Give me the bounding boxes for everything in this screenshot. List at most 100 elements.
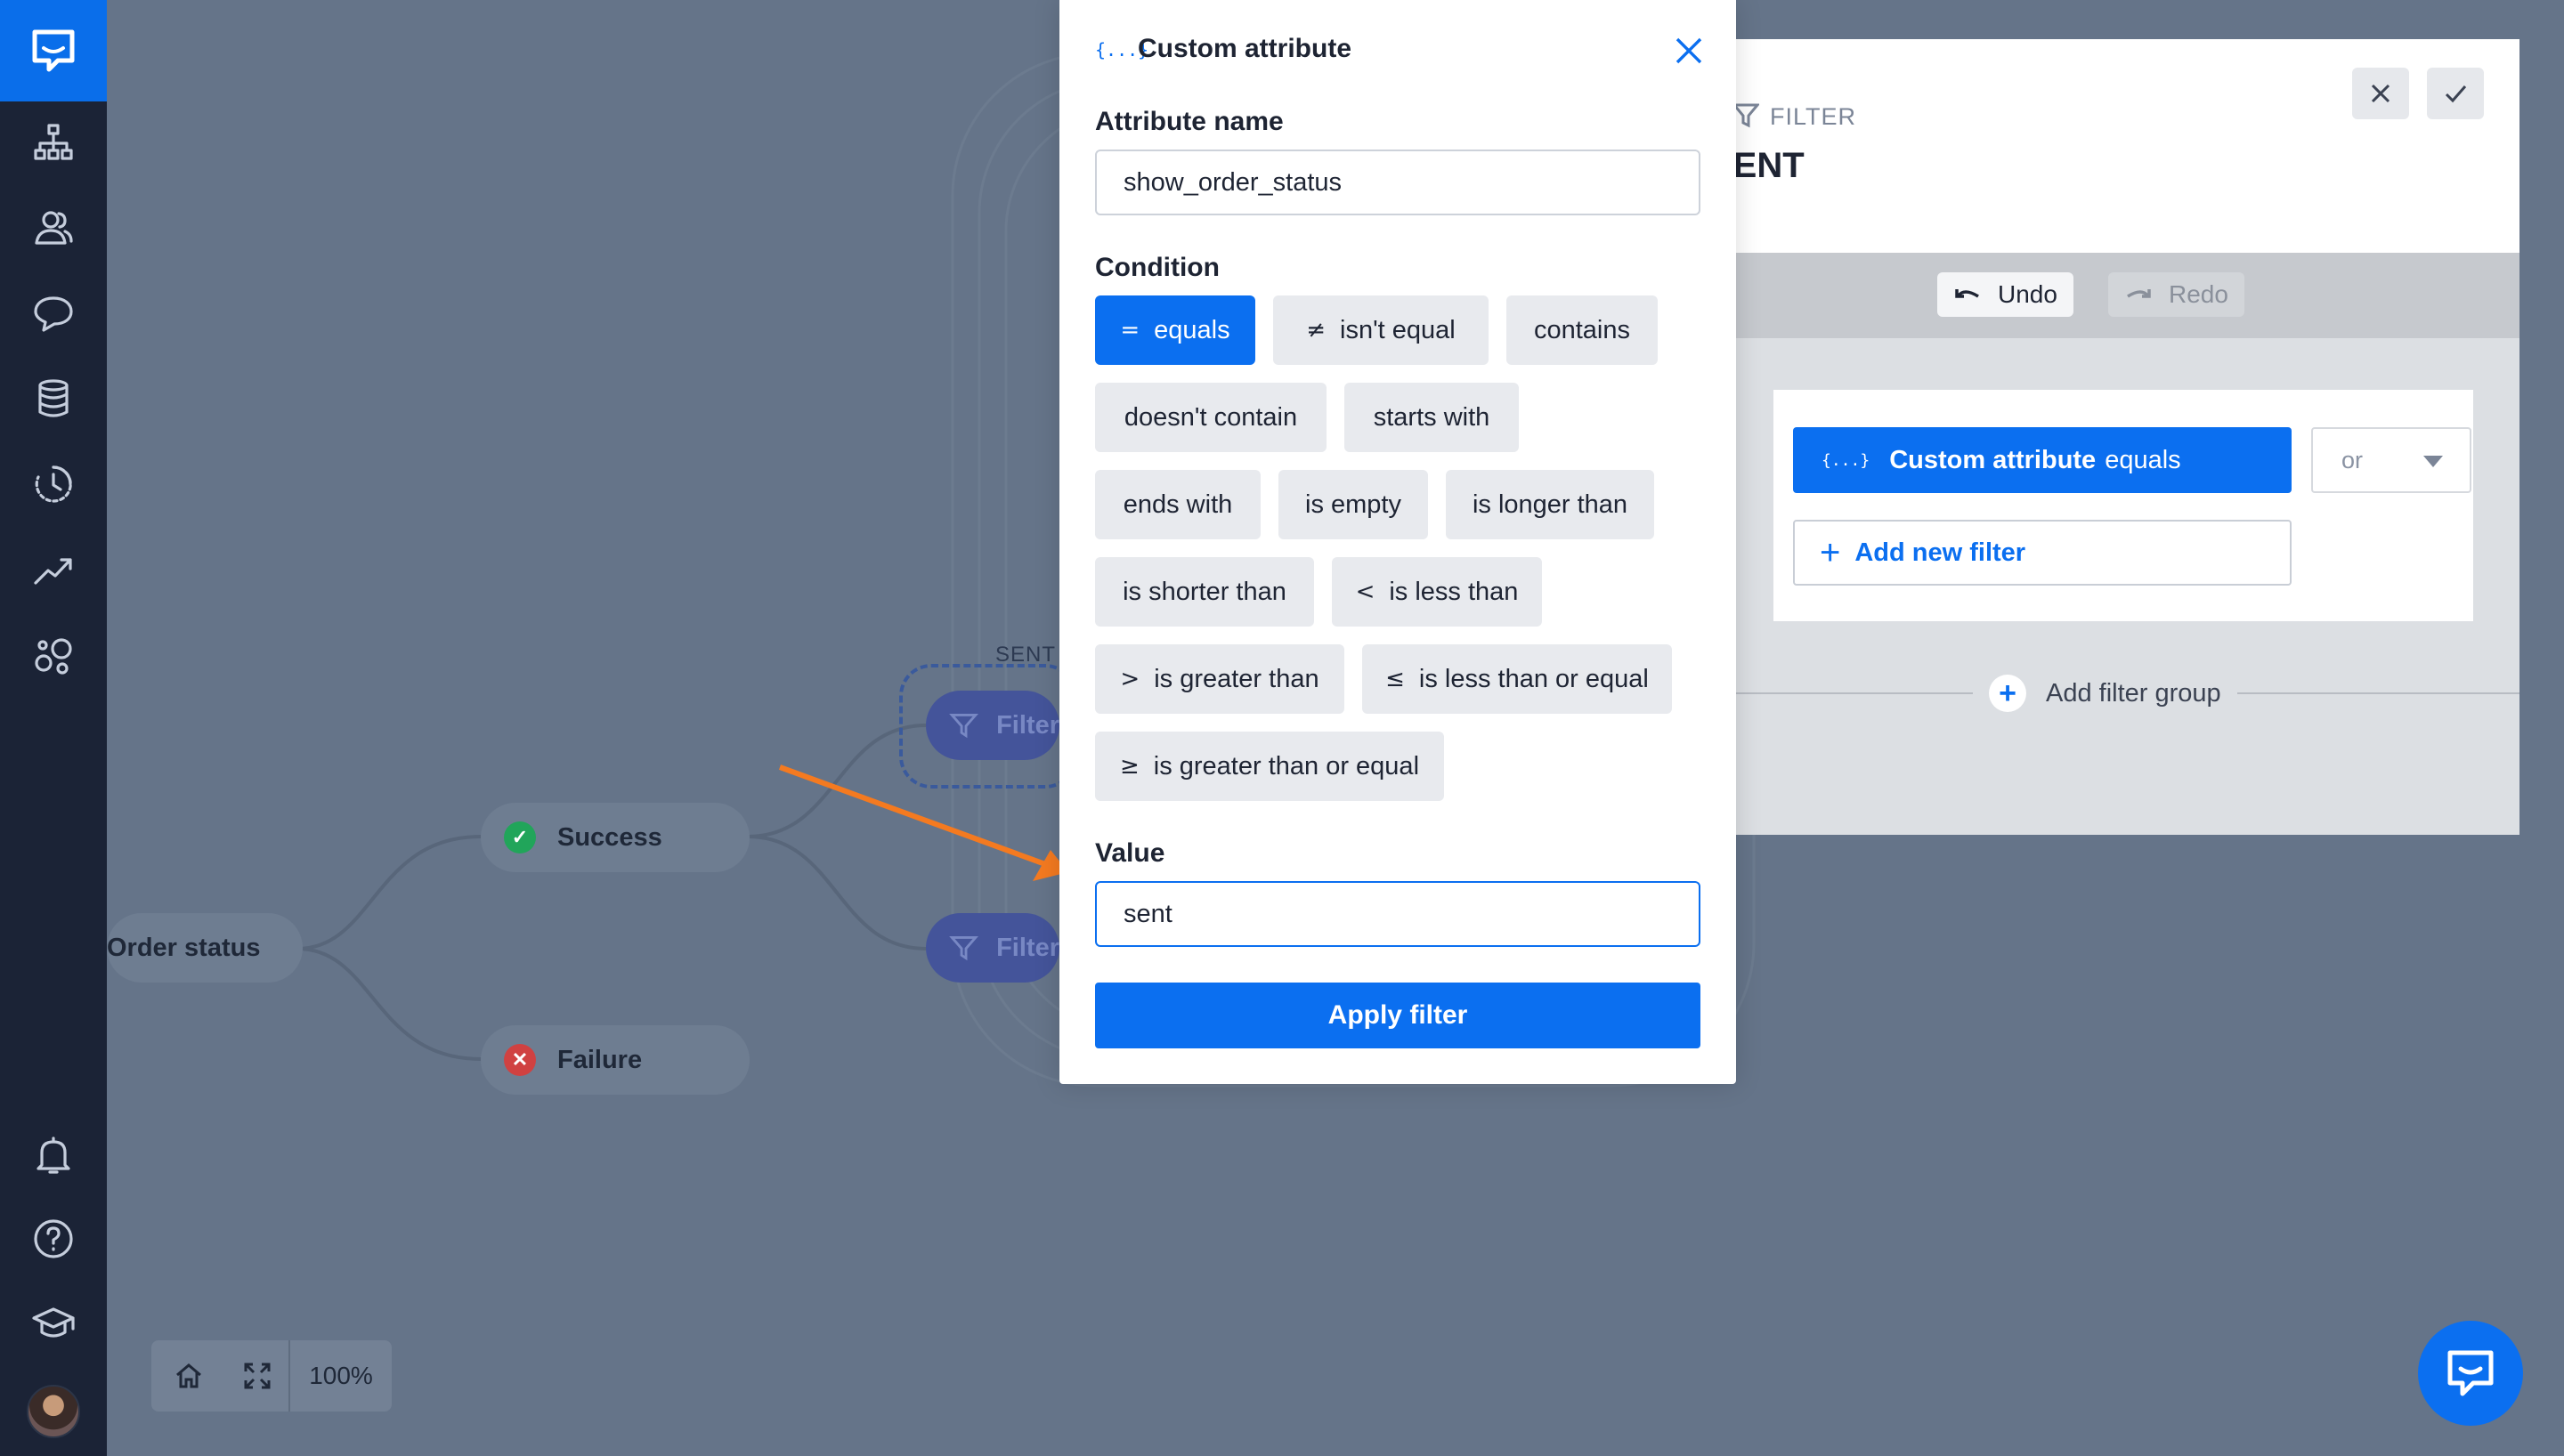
condition-starts-with[interactable]: starts with [1344, 383, 1519, 452]
condition-is-empty[interactable]: is empty [1278, 470, 1428, 539]
condition-is-less-than[interactable]: < is less than [1332, 557, 1542, 627]
redo-icon [2127, 289, 2151, 298]
condition-label-text: isn't equal [1340, 315, 1456, 344]
panel-confirm-button[interactable] [2427, 68, 2484, 119]
home-icon[interactable] [151, 1340, 226, 1412]
failure-node[interactable]: ✕ Failure [481, 1025, 750, 1095]
node-label: Filter [996, 933, 1059, 962]
value-input[interactable] [1095, 881, 1700, 947]
success-node[interactable]: ✓ Success [481, 803, 750, 872]
attribute-name-input[interactable] [1095, 150, 1700, 215]
plus-circle-icon: + [1989, 675, 2026, 712]
integrations-icon[interactable] [27, 628, 80, 682]
avatar[interactable] [27, 1385, 80, 1438]
less-than-icon: < [1355, 578, 1375, 605]
check-icon [2445, 85, 2467, 103]
node-label: Success [557, 822, 662, 852]
undo-label: Undo [1998, 280, 2057, 308]
active-filter-condition: equals [2105, 445, 2181, 474]
order-status-node[interactable]: Order status [107, 913, 303, 983]
condition-ends-with[interactable]: ends with [1095, 470, 1261, 539]
help-icon[interactable] [27, 1212, 80, 1266]
condition-label-text: doesn't contain [1124, 402, 1298, 432]
condition-is-shorter-than[interactable]: is shorter than [1095, 557, 1314, 627]
condition-label-text: ends with [1123, 489, 1233, 519]
close-icon [2371, 84, 2390, 103]
active-filter-label: Custom attribute [1889, 445, 2097, 474]
modal-title: Custom attribute [1138, 34, 1351, 63]
funnel-icon [949, 713, 978, 739]
condition-contains[interactable]: contains [1506, 295, 1658, 365]
condition-label-text: is empty [1305, 489, 1401, 519]
condition-is-longer-than[interactable]: is longer than [1446, 470, 1654, 539]
filter-node-bottom[interactable]: Filter [926, 913, 1059, 983]
logic-select[interactable]: or [2311, 427, 2471, 493]
condition-label-text: is greater than or equal [1153, 751, 1420, 781]
filter-node-top[interactable]: Filter [926, 691, 1059, 760]
funnel-icon [949, 935, 978, 961]
redo-label: Redo [2169, 280, 2228, 308]
greater-equal-icon: ≥ [1119, 753, 1140, 780]
bell-icon[interactable] [27, 1128, 80, 1182]
not-equal-icon: ≠ [1306, 317, 1327, 344]
apply-filter-label: Apply filter [1327, 1000, 1468, 1030]
condition-is-greater-than-or-equal[interactable]: ≥ is greater than or equal [1095, 732, 1444, 801]
condition-label: Condition [1095, 253, 1220, 282]
value-label: Value [1095, 838, 1165, 868]
condition-label-text: starts with [1373, 402, 1490, 432]
check-icon: ✓ [504, 821, 536, 853]
panel-filter-label: FILTER [1770, 103, 1857, 130]
modal-close-button[interactable] [1670, 32, 1708, 69]
history-icon[interactable] [27, 457, 80, 511]
academy-icon[interactable] [27, 1296, 80, 1349]
bot-flows-icon[interactable] [27, 116, 80, 169]
zoom-toolbar: 100% [151, 1340, 392, 1412]
funnel-icon [1734, 103, 1759, 128]
users-icon[interactable] [27, 201, 80, 255]
panel-title: SENT [1734, 146, 1805, 185]
condition-equals[interactable]: = equals [1095, 295, 1255, 365]
undo-button[interactable]: Undo [1937, 272, 2073, 317]
chat-widget-button[interactable] [2418, 1321, 2523, 1426]
filter-group-card: {...} Custom attribute equals or + Add n… [1773, 390, 2473, 621]
condition-is-greater-than[interactable]: > is greater than [1095, 644, 1344, 714]
active-filter-chip[interactable]: {...} Custom attribute equals [1793, 427, 2292, 493]
add-filter-group-button[interactable]: + Add filter group [1973, 673, 2237, 714]
node-label: Order status [107, 933, 261, 962]
panel-close-button[interactable] [2352, 68, 2409, 119]
close-icon [1676, 37, 1702, 64]
zoom-level: 100% [288, 1340, 392, 1412]
less-equal-icon: ≤ [1385, 666, 1405, 692]
chat-bubble-icon [2447, 1350, 2494, 1396]
condition-label-text: is less than [1389, 577, 1519, 606]
condition-label-text: equals [1154, 315, 1230, 344]
add-group-label: Add filter group [2046, 678, 2221, 708]
database-icon[interactable] [27, 372, 80, 425]
attribute-name-label: Attribute name [1095, 107, 1284, 136]
custom-attribute-icon: {...} [1822, 450, 1870, 470]
logic-select-value: or [2341, 446, 2364, 473]
add-new-filter-button[interactable]: + Add new filter [1793, 520, 2292, 586]
condition-label-text: is longer than [1472, 489, 1628, 519]
analytics-icon[interactable] [27, 543, 80, 596]
custom-attribute-modal: {...} Custom attribute Attribute name Co… [1059, 0, 1736, 1084]
node-label: Filter [996, 710, 1059, 740]
condition-label-text: is shorter than [1123, 577, 1286, 606]
undo-icon [1955, 289, 1979, 298]
greater-than-icon: > [1120, 666, 1140, 692]
chat-logo-icon[interactable] [0, 0, 107, 101]
redo-button[interactable]: Redo [2108, 272, 2244, 317]
apply-filter-button[interactable]: Apply filter [1095, 983, 1700, 1048]
fit-screen-icon[interactable] [226, 1340, 288, 1412]
x-circle-icon: ✕ [504, 1044, 536, 1076]
chat-bubble-icon[interactable] [27, 287, 80, 340]
condition-is-less-than-or-equal[interactable]: ≤ is less than or equal [1362, 644, 1672, 714]
condition-label-text: is greater than [1154, 664, 1319, 693]
app-sidebar [0, 0, 107, 1456]
condition-doesnt-contain[interactable]: doesn't contain [1095, 383, 1327, 452]
plus-icon: + [1820, 532, 1841, 572]
condition-isnt-equal[interactable]: ≠ isn't equal [1273, 295, 1489, 365]
panel-header: FILTER SENT [1734, 39, 2519, 253]
add-filter-label: Add new filter [1854, 538, 2026, 567]
chevron-down-icon [2423, 456, 2443, 467]
